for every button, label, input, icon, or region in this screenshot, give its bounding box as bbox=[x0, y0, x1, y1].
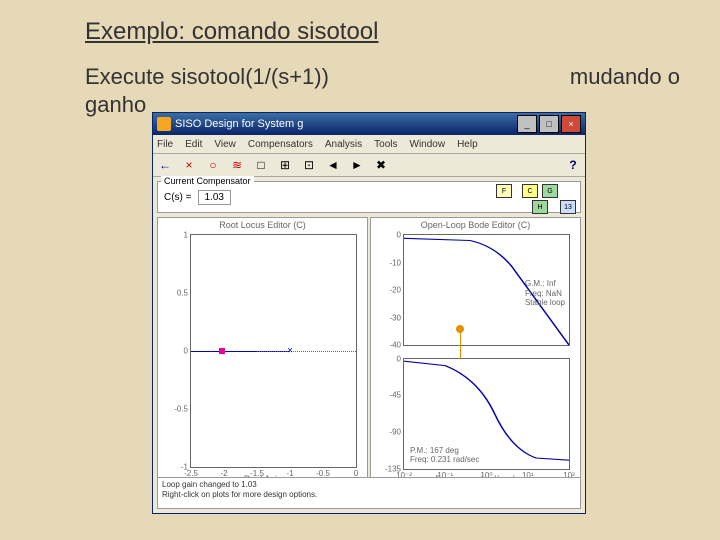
prev-icon[interactable]: ◄ bbox=[325, 157, 341, 173]
menu-file[interactable]: File bbox=[157, 139, 173, 150]
menu-help[interactable]: Help bbox=[457, 139, 478, 150]
help-icon[interactable]: ? bbox=[565, 157, 581, 173]
compensator-prefix: C(s) = bbox=[164, 192, 192, 203]
o-icon[interactable]: ○ bbox=[205, 157, 221, 173]
menu-tools[interactable]: Tools bbox=[374, 139, 397, 150]
block-h[interactable]: H bbox=[532, 200, 548, 214]
open-loop-pole-marker[interactable]: × bbox=[287, 346, 293, 357]
rl-ytick: 0.5 bbox=[177, 289, 191, 298]
root-locus-plot[interactable]: Root Locus Editor (C) 1 0.5 0 -0.5 -1 -2… bbox=[157, 217, 368, 487]
block-f[interactable]: F bbox=[496, 184, 512, 198]
mag-ytick: 0 bbox=[397, 231, 404, 240]
locus-dots bbox=[257, 351, 356, 352]
zoomout-icon[interactable]: ⊡ bbox=[301, 157, 317, 173]
slide-title: Exemplo: comando sisotool bbox=[85, 18, 660, 46]
titlebar[interactable]: SISO Design for System g _ □ × bbox=[153, 113, 585, 135]
status-line1: Loop gain changed to 1.03 bbox=[162, 480, 576, 490]
closed-loop-pole-marker[interactable] bbox=[219, 348, 225, 354]
ph-ytick: 0 bbox=[397, 355, 404, 364]
block-g[interactable]: G bbox=[542, 184, 558, 198]
menu-analysis[interactable]: Analysis bbox=[325, 139, 362, 150]
bode-plot[interactable]: Open-Loop Bode Editor (C) 0 -10 -20 -30 … bbox=[370, 217, 581, 487]
rl-ytick: 0 bbox=[184, 347, 191, 356]
status-bar: Loop gain changed to 1.03 Right-click on… bbox=[157, 477, 581, 509]
pm-arrow bbox=[460, 329, 461, 359]
close-button[interactable]: × bbox=[561, 115, 581, 133]
pm-marker[interactable] bbox=[456, 325, 464, 333]
menubar: File Edit View Compensators Analysis Too… bbox=[153, 135, 585, 154]
window-title: SISO Design for System g bbox=[175, 118, 515, 130]
ph-ytick: -45 bbox=[389, 391, 404, 400]
menu-compensators[interactable]: Compensators bbox=[248, 139, 313, 150]
wave-icon[interactable]: ≋ bbox=[229, 157, 245, 173]
subtitle-right: mudando o bbox=[570, 64, 680, 90]
bode-phase-axes[interactable]: 0 -45 -90 -135 10⁻² 10⁻¹ 10⁰ 10¹ 10² P.M… bbox=[403, 358, 570, 470]
mag-ytick: -10 bbox=[389, 258, 404, 267]
sisotool-window: SISO Design for System g _ □ × File Edit… bbox=[152, 112, 586, 514]
rl-ytick: 1 bbox=[184, 231, 191, 240]
gm-info: G.M.: Inf Freq: NaN Stable loop bbox=[525, 279, 565, 308]
block-diagram: F C G H 13 bbox=[496, 182, 574, 212]
box1-icon[interactable]: □ bbox=[253, 157, 269, 173]
plots-area: Root Locus Editor (C) 1 0.5 0 -0.5 -1 -2… bbox=[157, 217, 581, 487]
compensator-label: Current Compensator bbox=[161, 176, 254, 186]
pm-info: P.M.: 167 deg Freq: 0.231 rad/sec bbox=[410, 446, 479, 465]
arrow-icon[interactable]: ← bbox=[157, 157, 173, 173]
block-c[interactable]: C bbox=[522, 184, 538, 198]
matlab-icon bbox=[157, 117, 171, 131]
x-icon[interactable]: × bbox=[181, 157, 197, 173]
root-locus-axes[interactable]: 1 0.5 0 -0.5 -1 -2.5 -2 -1.5 -1 -0.5 0 × bbox=[190, 234, 357, 468]
menu-view[interactable]: View bbox=[214, 139, 236, 150]
compensator-panel: Current Compensator C(s) = 1.03 F C G H … bbox=[157, 181, 581, 213]
maximize-button[interactable]: □ bbox=[539, 115, 559, 133]
mag-ytick: -40 bbox=[389, 341, 404, 350]
subtitle-left: Execute sisotool(1/(s+1)) bbox=[85, 64, 329, 90]
next-icon[interactable]: ► bbox=[349, 157, 365, 173]
block-13[interactable]: 13 bbox=[560, 200, 576, 214]
status-line2: Right-click on plots for more design opt… bbox=[162, 490, 576, 500]
mag-ytick: -30 bbox=[389, 313, 404, 322]
mag-ytick: -20 bbox=[389, 286, 404, 295]
ph-ytick: -90 bbox=[389, 427, 404, 436]
compensator-value[interactable]: 1.03 bbox=[198, 190, 231, 205]
menu-window[interactable]: Window bbox=[410, 139, 446, 150]
fullextent-icon[interactable]: ✖ bbox=[373, 157, 389, 173]
rl-ytick: -0.5 bbox=[174, 405, 191, 414]
zoomin-icon[interactable]: ⊞ bbox=[277, 157, 293, 173]
menu-edit[interactable]: Edit bbox=[185, 139, 202, 150]
bode-mag-axes[interactable]: 0 -10 -20 -30 -40 G.M.: Inf Freq: NaN St… bbox=[403, 234, 570, 346]
minimize-button[interactable]: _ bbox=[517, 115, 537, 133]
toolbar: ← × ○ ≋ □ ⊞ ⊡ ◄ ► ✖ ? bbox=[153, 154, 585, 177]
